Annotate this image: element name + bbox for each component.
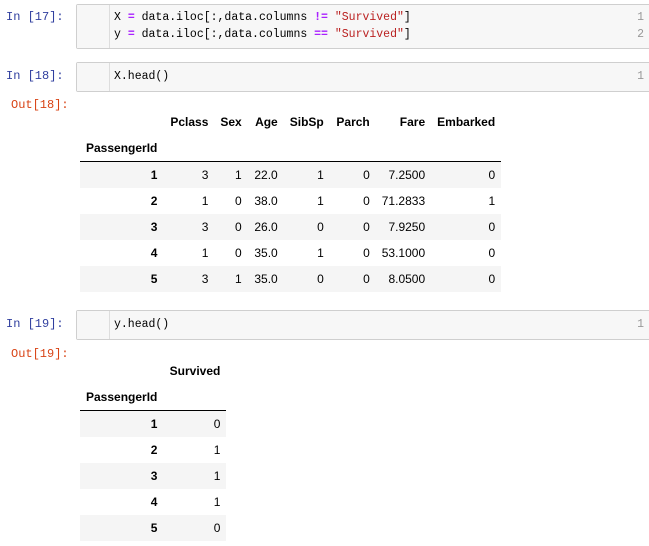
code-line[interactable]: y = data.iloc[:,data.columns == "Survive…: [114, 28, 411, 41]
table-row: 3 3 0 26.0 0 0 7.9250 0: [80, 214, 502, 240]
table-cell: 0: [213, 521, 221, 535]
column-header: Fare: [399, 115, 426, 129]
row-index: 4: [150, 495, 158, 509]
table-cell: 1: [235, 168, 242, 182]
table-cell: 7.9250: [388, 220, 426, 234]
table-cell: 1: [317, 246, 324, 260]
column-header: SibSp: [289, 115, 324, 129]
table-cell: 3: [201, 168, 209, 182]
table-row: 50: [80, 515, 227, 541]
dataframe-x-head: Pclass Sex Age SibSp Parch Fare Embarked…: [80, 109, 502, 292]
column-header: Age: [255, 115, 278, 129]
line-number-gutter: [77, 311, 110, 339]
table-row: 21: [80, 437, 226, 463]
line-number-gutter: [77, 5, 110, 48]
table-cell: 0: [317, 272, 324, 286]
table-cell: 3: [201, 272, 209, 286]
code-cell-17[interactable]: 1 2 X = data.iloc[:,data.columns != "Sur…: [76, 4, 649, 49]
table-cell: 1: [488, 194, 496, 208]
index-name-row: PassengerId: [80, 135, 502, 162]
code-cell-19[interactable]: 1 y.head(): [76, 310, 649, 340]
table-cell: 7.2500: [388, 168, 426, 182]
table-cell: 0: [363, 168, 370, 182]
table-row: 5 3 1 35.0 0 0 8.0500 0: [80, 266, 502, 292]
table-cell: 0: [363, 220, 370, 234]
row-index: 5: [150, 521, 158, 535]
table-cell: 38.0: [254, 194, 278, 208]
column-header-row: Pclass Sex Age SibSp Parch Fare Embarked: [80, 109, 501, 135]
table-row: 41: [80, 489, 226, 515]
code-line[interactable]: y.head(): [114, 318, 169, 331]
table-cell: 0: [235, 194, 242, 208]
code-line[interactable]: X = data.iloc[:,data.columns != "Survive…: [114, 11, 411, 24]
table-cell: 26.0: [254, 220, 278, 234]
table-cell: 0: [235, 246, 242, 260]
table-row: 2 1 0 38.0 1 0 71.2833 1: [80, 188, 501, 214]
table-cell: 0: [363, 194, 370, 208]
row-index: 2: [150, 194, 158, 208]
row-index: 1: [150, 168, 158, 182]
code-line[interactable]: X.head(): [114, 70, 169, 83]
table-cell: 0: [213, 417, 221, 431]
row-index: 4: [150, 246, 158, 260]
column-header: Survived: [169, 364, 221, 378]
table-cell: 71.2833: [381, 194, 426, 208]
index-name-row: PassengerId: [80, 384, 227, 411]
column-header: Embarked: [437, 115, 496, 129]
table-cell: 53.1000: [381, 246, 426, 260]
table-row: 10: [80, 410, 227, 437]
table-cell: 1: [201, 194, 209, 208]
column-header-row: Survived: [80, 358, 226, 384]
table-cell: 1: [213, 495, 221, 509]
table-cell: 0: [363, 246, 370, 260]
table-row: 4 1 0 35.0 1 0 53.1000 0: [80, 240, 501, 266]
code-cell-18[interactable]: 1 X.head(): [76, 62, 649, 92]
table-cell: 1: [317, 194, 324, 208]
output-prompt-19: Out[19]:: [11, 347, 69, 361]
table-cell: 1: [213, 469, 221, 483]
column-header: Sex: [220, 115, 242, 129]
index-name: PassengerId: [80, 384, 164, 411]
table-cell: 22.0: [254, 168, 278, 182]
line-number: 1: [637, 70, 644, 83]
input-prompt-18: In [18]:: [6, 69, 64, 83]
table-row: 1 3 1 22.0 1 0 7.2500 0: [80, 161, 502, 188]
table-cell: 1: [213, 443, 221, 457]
row-index: 2: [150, 443, 158, 457]
line-number: 1: [637, 11, 644, 24]
output-prompt-18: Out[18]:: [11, 98, 69, 112]
series-y-head: Survived PassengerId 1021314150: [80, 358, 227, 541]
table-cell: 1: [235, 272, 242, 286]
line-number: 2: [637, 28, 644, 41]
table-cell: 0: [488, 168, 496, 182]
table-cell: 0: [317, 220, 324, 234]
index-name: PassengerId: [80, 135, 164, 162]
line-number-gutter: [77, 63, 110, 91]
input-prompt-17: In [17]:: [6, 10, 64, 24]
line-number: 1: [637, 318, 644, 331]
row-index: 5: [150, 272, 158, 286]
table-cell: 0: [488, 246, 496, 260]
column-header: Parch: [336, 115, 370, 129]
input-prompt-19: In [19]:: [6, 317, 64, 331]
table-cell: 0: [363, 272, 370, 286]
table-cell: 0: [488, 220, 496, 234]
row-index: 3: [150, 469, 158, 483]
table-cell: 35.0: [254, 246, 278, 260]
table-cell: 35.0: [254, 272, 278, 286]
table-cell: 8.0500: [388, 272, 426, 286]
table-cell: 0: [488, 272, 496, 286]
row-index: 3: [150, 220, 158, 234]
row-index: 1: [150, 417, 158, 431]
table-cell: 1: [201, 246, 209, 260]
column-header: Pclass: [170, 115, 209, 129]
table-row: 31: [80, 463, 227, 489]
table-cell: 1: [317, 168, 324, 182]
table-cell: 3: [201, 220, 209, 234]
table-cell: 0: [235, 220, 242, 234]
